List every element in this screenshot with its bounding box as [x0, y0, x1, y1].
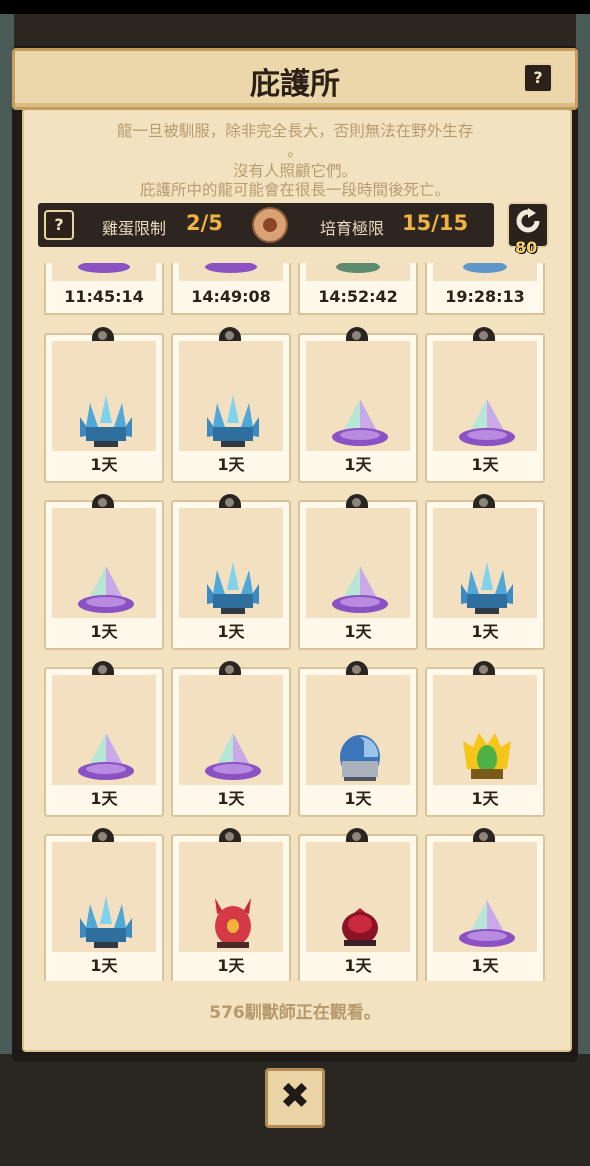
tamer-emblem-icon [252, 207, 288, 243]
egg-remaining-time: 1天 [344, 956, 372, 975]
egg-card[interactable]: 19:28:13 [425, 263, 545, 315]
egg-remaining-time: 1天 [344, 455, 372, 474]
status-bar [0, 0, 590, 14]
description-line-4: 庇護所中的龍可能會在很長一段時間後死亡。 [139, 181, 450, 199]
egg-remaining-time: 1天 [90, 622, 118, 641]
egg-card[interactable]: 1天 [171, 661, 291, 817]
steel-egg-icon [340, 735, 380, 781]
watching-count: 576馴獸師正在觀看。 [209, 1003, 381, 1023]
egg-art [306, 341, 410, 451]
limits-help-button[interactable]: ? [44, 210, 74, 240]
egg-card[interactable]: 1天 [425, 828, 545, 981]
egg-art [433, 508, 537, 618]
title-bar: 庇護所 ? [12, 48, 578, 110]
egg-card[interactable]: 1天 [298, 494, 418, 650]
egg-art [52, 341, 156, 451]
ice-crystal-egg-icon [80, 395, 132, 447]
egg-art [306, 675, 410, 785]
egg-grid: 11:45:14 14:49:08 14:52:42 19:28:13 1天 1… [40, 263, 552, 981]
egg-art [52, 675, 156, 785]
egg-art [306, 842, 410, 952]
ice-crystal-egg-icon [207, 395, 259, 447]
egg-art [179, 341, 283, 451]
egg-card[interactable]: 1天 [171, 494, 291, 650]
egg-card[interactable]: 1天 [44, 828, 164, 981]
refresh-cost: 80 [515, 238, 538, 257]
egg-card[interactable]: 1天 [298, 661, 418, 817]
egg-remaining-time: 1天 [90, 455, 118, 474]
egg-card[interactable]: 14:49:08 [171, 263, 291, 315]
refresh-icon [516, 208, 540, 233]
egg-card[interactable]: 1天 [44, 494, 164, 650]
egg-card[interactable]: 1天 [425, 661, 545, 817]
egg-timer: 14:52:42 [318, 287, 398, 306]
prism-egg-icon [459, 399, 515, 446]
egg-card[interactable]: 1天 [298, 327, 418, 483]
egg-remaining-time: 1天 [217, 956, 245, 975]
egg-remaining-time: 1天 [90, 789, 118, 808]
egg-remaining-time: 1天 [344, 622, 372, 641]
egg-art [433, 842, 537, 952]
egg-timer: 11:45:14 [64, 287, 144, 306]
egg-remaining-time: 1天 [217, 789, 245, 808]
egg-remaining-time: 1天 [471, 455, 499, 474]
red-horned-egg-icon [215, 898, 251, 948]
ice-crystal-egg-icon [207, 562, 259, 614]
egg-art [179, 263, 283, 281]
prism-egg-icon [332, 399, 388, 446]
egg-art [306, 508, 410, 618]
egg-remaining-time: 1天 [344, 789, 372, 808]
egg-art [52, 263, 156, 281]
limits-bar: ? 雞蛋限制 2/5 培育極限 15/15 [38, 203, 494, 247]
egg-art [433, 341, 537, 451]
egg-art [433, 263, 537, 281]
page-title: 庇護所 [250, 67, 340, 102]
egg-timer: 19:28:13 [445, 287, 525, 306]
close-button[interactable]: ✖ [265, 1068, 325, 1128]
egg-card[interactable]: 1天 [425, 494, 545, 650]
egg-remaining-time: 1天 [90, 956, 118, 975]
egg-art [52, 508, 156, 618]
egg-card[interactable]: 1天 [171, 828, 291, 981]
egg-card[interactable]: 14:52:42 [298, 263, 418, 315]
description-line-2: 。 [287, 142, 303, 160]
egg-card[interactable]: 1天 [425, 327, 545, 483]
egg-card[interactable]: 1天 [44, 327, 164, 483]
egg-art [179, 842, 283, 952]
egg-art [179, 675, 283, 785]
egg-remaining-time: 1天 [217, 455, 245, 474]
egg-card[interactable]: 1天 [44, 661, 164, 817]
egg-remaining-time: 1天 [471, 622, 499, 641]
breed-limit-value: 15/15 [402, 211, 469, 235]
help-button[interactable]: ? [523, 63, 553, 93]
egg-remaining-time: 1天 [471, 956, 499, 975]
prism-egg-icon [332, 566, 388, 613]
egg-art [179, 508, 283, 618]
golden-spike-egg-icon [463, 733, 511, 779]
ice-crystal-egg-icon [80, 896, 132, 948]
description-line-3: 沒有人照顧它們。 [232, 162, 357, 180]
egg-art [433, 675, 537, 785]
description-line-1: 龍一旦被馴服，除非完全長大，否則無法在野外生存 [116, 122, 474, 140]
egg-remaining-time: 1天 [217, 622, 245, 641]
dark-red-egg-icon [342, 908, 378, 946]
breed-limit-label: 培育極限 [320, 219, 385, 238]
prism-egg-icon [78, 733, 134, 780]
egg-card[interactable]: 11:45:14 [44, 263, 164, 315]
prism-egg-icon [459, 900, 515, 947]
egg-remaining-time: 1天 [471, 789, 499, 808]
prism-egg-icon [78, 566, 134, 613]
egg-timer: 14:49:08 [191, 287, 271, 306]
prism-egg-icon [205, 733, 261, 780]
egg-card[interactable]: 1天 [171, 327, 291, 483]
close-icon: ✖ [279, 1076, 311, 1117]
egg-card[interactable]: 1天 [298, 828, 418, 981]
background-right [576, 14, 590, 1054]
egg-art [306, 263, 410, 281]
egg-limit-value: 2/5 [186, 211, 223, 235]
egg-art [52, 842, 156, 952]
egg-limit-label: 雞蛋限制 [102, 219, 167, 238]
ice-crystal-egg-icon [461, 562, 513, 614]
